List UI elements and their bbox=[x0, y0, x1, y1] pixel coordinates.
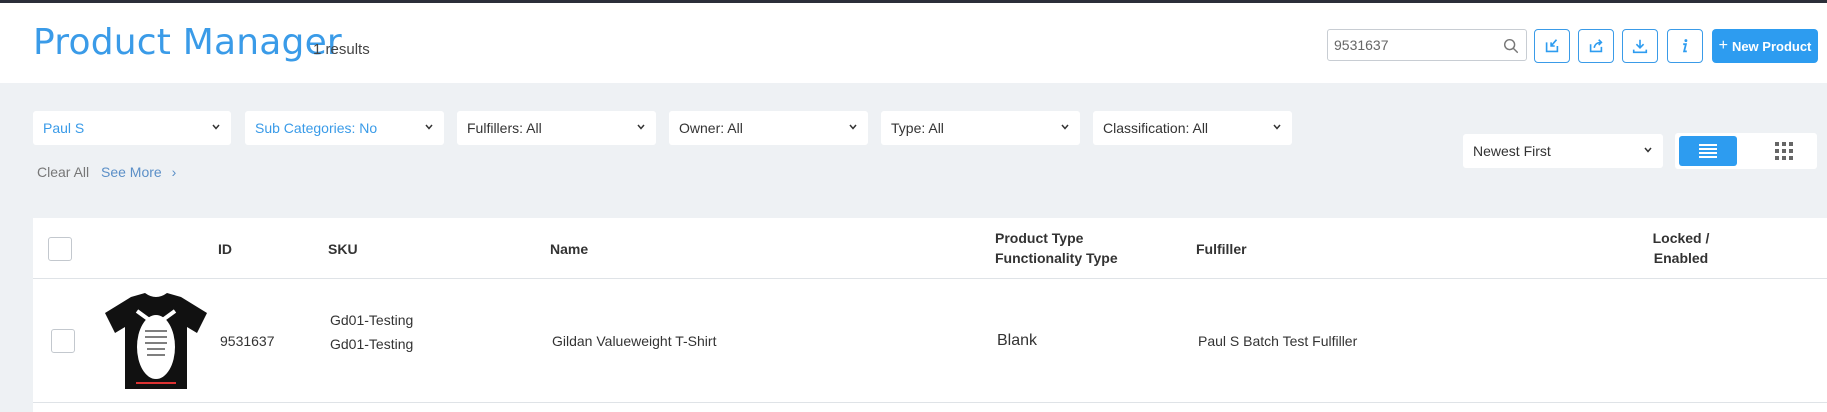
view-toggle bbox=[1675, 133, 1817, 169]
new-product-label: New Product bbox=[1731, 38, 1812, 54]
list-view-button[interactable] bbox=[1679, 136, 1737, 166]
chevron-down-icon bbox=[212, 124, 220, 130]
info-icon bbox=[1682, 39, 1688, 53]
results-count: 1 results bbox=[313, 41, 370, 58]
row-checkbox[interactable] bbox=[51, 329, 75, 353]
download-button[interactable] bbox=[1622, 29, 1658, 63]
owner-filter[interactable]: Owner: All bbox=[669, 111, 868, 145]
account-filter[interactable]: Paul S bbox=[33, 111, 231, 145]
see-more-link[interactable]: See More › bbox=[101, 164, 176, 180]
classification-filter-value: Classification: All bbox=[1103, 120, 1209, 136]
select-all-checkbox[interactable] bbox=[48, 237, 72, 261]
owner-filter-value: Owner: All bbox=[679, 120, 743, 136]
account-filter-value: Paul S bbox=[43, 120, 85, 136]
share-button[interactable] bbox=[1578, 29, 1614, 63]
column-header-locked: Locked / bbox=[1652, 230, 1710, 246]
fulfillers-filter[interactable]: Fulfillers: All bbox=[457, 111, 656, 145]
row-id: 9531637 bbox=[220, 333, 275, 349]
row-product-type: Blank bbox=[997, 332, 1038, 349]
row-sku: Gd01-Testing Gd01-Testing bbox=[330, 308, 413, 356]
fulfillers-filter-value: Fulfillers: All bbox=[467, 120, 542, 136]
chevron-down-icon bbox=[849, 124, 857, 130]
page-header: Product Manager 1 results + N bbox=[0, 3, 1827, 83]
row-name[interactable]: Gildan Valueweight T-Shirt bbox=[552, 329, 716, 353]
download-icon bbox=[1632, 39, 1648, 54]
row-fulfiller: Paul S Batch Test Fulfiller bbox=[1198, 333, 1358, 349]
search-icon[interactable] bbox=[1502, 37, 1520, 55]
page-title: Product Manager bbox=[33, 22, 342, 63]
plus-icon: + bbox=[1718, 37, 1728, 54]
sub-categories-filter[interactable]: Sub Categories: No bbox=[245, 111, 444, 145]
import-button[interactable] bbox=[1534, 29, 1570, 63]
info-button[interactable] bbox=[1667, 29, 1703, 63]
share-icon bbox=[1589, 39, 1603, 53]
table-header: ID SKU Name Product Type Functionality T… bbox=[33, 218, 1827, 279]
product-thumbnail[interactable] bbox=[101, 291, 211, 391]
chevron-down-icon bbox=[1644, 147, 1652, 153]
see-more-label: See More bbox=[101, 164, 162, 180]
chevron-down-icon bbox=[1273, 124, 1281, 130]
column-header-type: Product Type Functionality Type bbox=[995, 228, 1118, 268]
grid-icon bbox=[1775, 142, 1793, 160]
search-box[interactable] bbox=[1327, 29, 1527, 61]
column-header-locked-enabled: Locked / Enabled bbox=[1651, 228, 1711, 268]
type-filter-value: Type: All bbox=[891, 120, 944, 136]
column-header-product-type: Product Type bbox=[995, 230, 1084, 246]
search-input[interactable] bbox=[1334, 35, 1494, 55]
column-header-sku: SKU bbox=[328, 241, 358, 257]
list-icon bbox=[1699, 144, 1717, 158]
column-header-functionality-type: Functionality Type bbox=[995, 250, 1118, 266]
grid-view-button[interactable] bbox=[1755, 136, 1813, 166]
column-header-id: ID bbox=[218, 241, 232, 257]
chevron-down-icon bbox=[425, 124, 433, 130]
chevron-right-icon: › bbox=[171, 164, 177, 180]
classification-filter[interactable]: Classification: All bbox=[1093, 111, 1292, 145]
sub-categories-filter-value: Sub Categories: No bbox=[255, 120, 378, 136]
chevron-down-icon bbox=[1061, 124, 1069, 130]
row-sku-secondary: Gd01-Testing bbox=[330, 336, 414, 352]
chevron-down-icon bbox=[637, 124, 645, 130]
sort-value: Newest First bbox=[1473, 143, 1551, 159]
import-icon bbox=[1545, 39, 1559, 53]
products-table: ID SKU Name Product Type Functionality T… bbox=[33, 218, 1827, 412]
type-filter[interactable]: Type: All bbox=[881, 111, 1080, 145]
column-header-fulfiller: Fulfiller bbox=[1196, 241, 1247, 257]
new-product-button[interactable]: + New Product bbox=[1712, 29, 1818, 63]
table-row[interactable]: 9531637 Gd01-Testing Gd01-Testing Gildan… bbox=[33, 279, 1827, 403]
clear-all-link[interactable]: Clear All bbox=[37, 164, 89, 180]
row-sku-primary: Gd01-Testing bbox=[330, 312, 414, 328]
column-header-enabled: Enabled bbox=[1653, 250, 1709, 266]
column-header-name: Name bbox=[550, 241, 589, 257]
sort-select[interactable]: Newest First bbox=[1463, 134, 1663, 168]
